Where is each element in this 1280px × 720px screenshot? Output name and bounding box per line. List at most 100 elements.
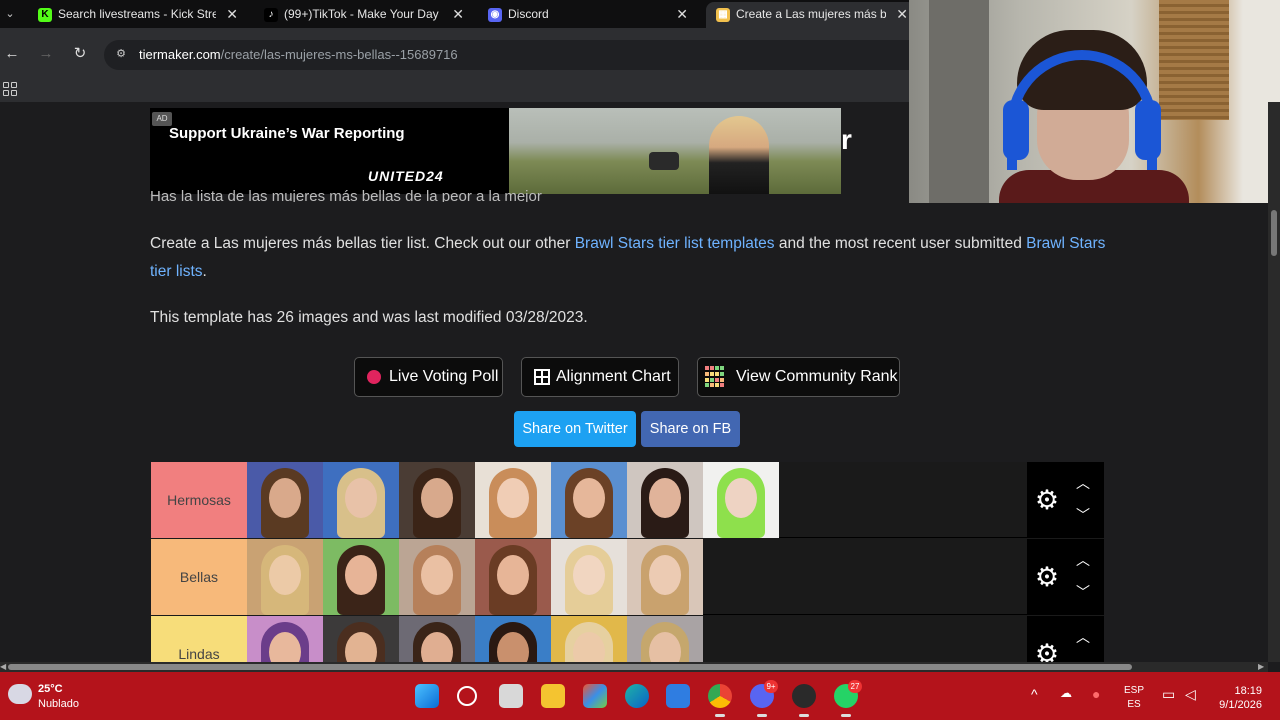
- tier-item-image[interactable]: [323, 539, 399, 615]
- weather-temperature[interactable]: 25°C: [38, 683, 63, 695]
- gear-icon[interactable]: ⚙: [1033, 486, 1061, 514]
- tiktok-icon: ♪: [264, 8, 278, 22]
- vertical-scrollbar[interactable]: [1268, 102, 1280, 662]
- chevron-down-icon[interactable]: ﹀: [1073, 585, 1093, 599]
- chevron-up-icon[interactable]: ︿: [1073, 630, 1093, 644]
- weather-description[interactable]: Nublado: [38, 698, 79, 710]
- gear-icon[interactable]: ⚙: [1033, 563, 1061, 591]
- close-tab-icon[interactable]: ✕: [226, 2, 238, 26]
- brawl-stars-templates-link[interactable]: Brawl Stars tier list templates: [575, 235, 775, 252]
- chevron-down-icon[interactable]: ﹀: [1073, 508, 1093, 522]
- template-subtitle: Has la lista de las mujeres más bellas d…: [150, 188, 542, 202]
- language-indicator[interactable]: ESP ES: [1124, 684, 1144, 712]
- tier-item-image[interactable]: [247, 539, 323, 615]
- chevron-up-icon[interactable]: ︿: [1073, 553, 1093, 567]
- advertisement-banner[interactable]: AD Support Ukraine’s War Reporting UNITE…: [150, 108, 841, 194]
- chrome-icon[interactable]: [708, 684, 732, 717]
- horizontal-scrollbar[interactable]: ◀ ▶: [0, 662, 1268, 672]
- share-twitter-button[interactable]: Share on Twitter: [514, 411, 636, 447]
- back-arrow-icon[interactable]: ←: [2, 44, 22, 64]
- tab-title: Create a Las mujeres más bellas: [736, 7, 886, 21]
- tier-item-image[interactable]: [399, 539, 475, 615]
- browser-tab[interactable]: K Search livestreams - Kick Strea ✕: [28, 2, 246, 28]
- tier-controls: ⚙ ︿ ﹀: [1027, 462, 1104, 538]
- browser-tab[interactable]: ▦ Create a Las mujeres más bellas ✕: [706, 2, 916, 28]
- tab-title: (99+)TikTok - Make Your Day: [284, 7, 439, 21]
- ad-person-image: [709, 116, 769, 194]
- cloud-weather-icon[interactable]: [8, 684, 32, 704]
- tier-item-image[interactable]: [627, 616, 703, 662]
- tier-item-image[interactable]: [399, 462, 475, 538]
- tier-controls: ⚙ ︿: [1027, 616, 1104, 662]
- tier-row: Bellas ⚙ ︿ ﹀: [151, 539, 1104, 615]
- ad-title: Support Ukraine’s War Reporting: [169, 125, 405, 142]
- start-windows-icon[interactable]: [415, 684, 439, 708]
- tier-item-image[interactable]: [627, 462, 703, 538]
- vertical-scroll-thumb[interactable]: [1271, 210, 1277, 256]
- tier-item-image[interactable]: [323, 616, 399, 662]
- tier-board: Hermosas ⚙ ︿ ﹀ Bellas ⚙ ︿ ﹀ Lindas ⚙ ︿: [151, 462, 1104, 662]
- live-voting-poll-button[interactable]: Live Voting Poll: [354, 357, 503, 397]
- tier-item-image[interactable]: [551, 462, 627, 538]
- chevron-up-icon[interactable]: ^: [1031, 686, 1038, 702]
- copilot-icon[interactable]: [583, 684, 607, 708]
- tier-label[interactable]: Hermosas: [151, 462, 247, 538]
- tier-item-image[interactable]: [323, 462, 399, 538]
- tier-item-image[interactable]: [475, 616, 551, 662]
- tier-item-image[interactable]: [703, 462, 779, 538]
- search-icon[interactable]: [457, 686, 477, 706]
- system-clock[interactable]: 18:19 9/1/2026: [1212, 684, 1262, 712]
- chevron-up-icon[interactable]: ︿: [1073, 476, 1093, 490]
- ad-badge: AD: [152, 112, 172, 126]
- tab-search-icon[interactable]: ⌄: [0, 2, 20, 26]
- share-fb-button[interactable]: Share on FB: [641, 411, 740, 447]
- speaker-icon[interactable]: ◁: [1185, 686, 1196, 703]
- tier-row: Lindas ⚙ ︿: [151, 616, 1104, 662]
- alignment-chart-button[interactable]: Alignment Chart: [521, 357, 679, 397]
- gear-icon[interactable]: ⚙: [1033, 640, 1061, 662]
- task-view-icon[interactable]: [499, 684, 523, 708]
- tier-row: Hermosas ⚙ ︿ ﹀: [151, 462, 1104, 538]
- close-tab-icon[interactable]: ✕: [676, 2, 688, 26]
- tier-item-image[interactable]: [627, 539, 703, 615]
- scroll-right-icon[interactable]: ▶: [1258, 662, 1266, 672]
- tier-controls: ⚙ ︿ ﹀: [1027, 539, 1104, 615]
- tier-item-image[interactable]: [475, 539, 551, 615]
- forward-arrow-icon[interactable]: →: [36, 44, 56, 64]
- site-settings-icon[interactable]: ⚙: [114, 47, 128, 61]
- windows-taskbar: 25°C Nublado 9+ 27 ^ ☁ ● ESP ES ▭ ◁ 18:19…: [0, 672, 1280, 720]
- close-tab-icon[interactable]: ✕: [452, 2, 464, 26]
- tiermaker-icon: ▦: [716, 8, 730, 22]
- template-description: Create a Las mujeres más bellas tier lis…: [150, 235, 1106, 280]
- url-text[interactable]: tiermaker.com/create/las-mujeres-ms-bell…: [139, 47, 458, 62]
- browser-tab[interactable]: ◉ Discord ✕: [478, 2, 696, 28]
- ad-photo: [509, 108, 841, 194]
- scroll-left-icon[interactable]: ◀: [0, 662, 8, 672]
- tier-item-image[interactable]: [247, 462, 323, 538]
- webcam-overlay: [909, 0, 1280, 203]
- tier-item-image[interactable]: [247, 616, 323, 662]
- microphone-icon[interactable]: ●: [1092, 686, 1100, 702]
- tier-label[interactable]: Lindas: [151, 616, 247, 662]
- obs-icon[interactable]: [792, 684, 816, 717]
- tier-item-image[interactable]: [399, 616, 475, 662]
- tier-item-image[interactable]: [551, 539, 627, 615]
- tier-rank-icon: [705, 366, 727, 388]
- tier-item-image[interactable]: [475, 462, 551, 538]
- edge-icon[interactable]: [625, 684, 649, 708]
- network-icon[interactable]: ▭: [1162, 686, 1175, 703]
- reload-icon[interactable]: ↻: [70, 44, 90, 64]
- mail-icon[interactable]: [666, 684, 690, 708]
- tier-item-image[interactable]: [551, 616, 627, 662]
- view-community-rank-button[interactable]: View Community Rank: [697, 357, 900, 397]
- tier-label[interactable]: Bellas: [151, 539, 247, 615]
- apps-grid-icon[interactable]: [3, 82, 17, 96]
- cloud-sync-icon[interactable]: ☁: [1060, 686, 1072, 700]
- ad-brand-logo: UNITED24: [368, 168, 444, 184]
- kick-icon: K: [38, 8, 52, 22]
- close-tab-icon[interactable]: ✕: [896, 2, 908, 26]
- browser-tab[interactable]: ♪ (99+)TikTok - Make Your Day ✕: [254, 2, 472, 28]
- tab-title: Search livestreams - Kick Strea: [58, 7, 216, 21]
- file-explorer-icon[interactable]: [541, 684, 565, 708]
- horizontal-scroll-thumb[interactable]: [8, 664, 1132, 670]
